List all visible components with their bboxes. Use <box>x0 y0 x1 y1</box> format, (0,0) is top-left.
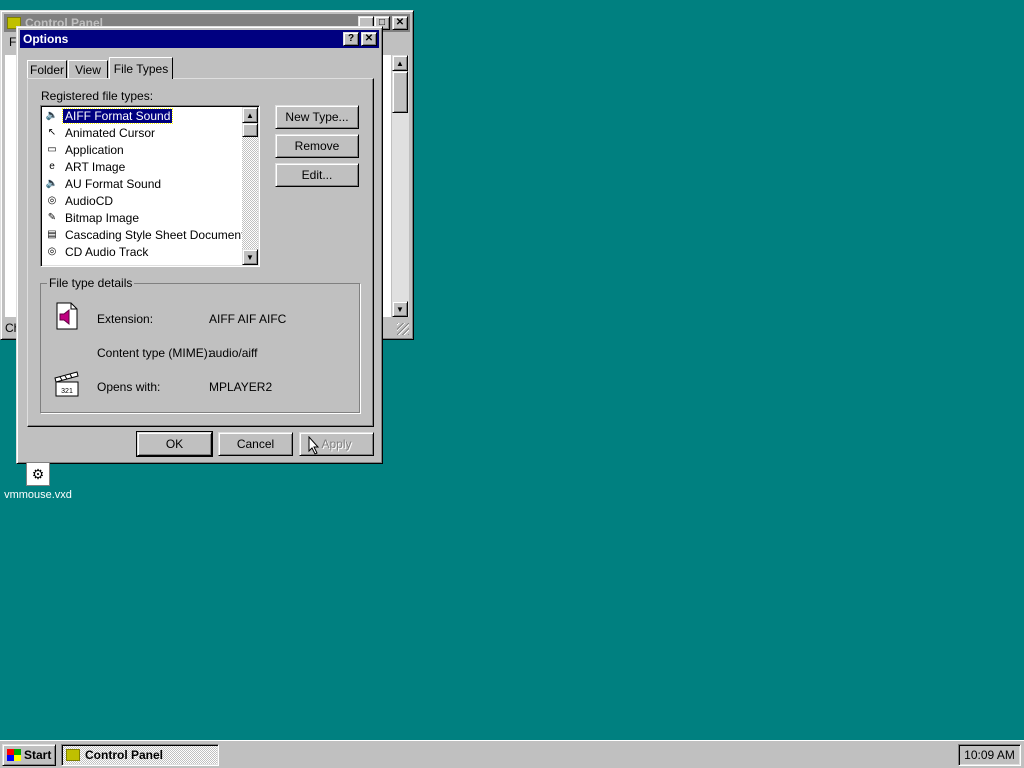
list-item-label: AIFF Format Sound <box>61 107 174 124</box>
vertical-scrollbar[interactable]: ▲ ▼ <box>392 55 409 317</box>
list-item[interactable]: ↖ Animated Cursor <box>45 124 157 141</box>
file-type-details-group: File type details Extension: AIFF AIF AI… <box>40 276 360 413</box>
options-dialog: Options ? ✕ Folder View File Types Regis… <box>16 26 383 464</box>
gear-file-icon: ⚙ <box>26 462 50 486</box>
close-button[interactable]: ✕ <box>361 32 377 46</box>
options-titlebar[interactable]: Options ? ✕ <box>20 30 379 48</box>
list-item[interactable]: ◎ AudioCD <box>45 192 115 209</box>
document-icon: ▤ <box>47 229 57 240</box>
system-clock[interactable]: 10:09 AM <box>958 744 1021 766</box>
list-item[interactable]: e ART Image <box>45 158 127 175</box>
desktop-icon-vmmouse[interactable]: ⚙ vmmouse.vxd <box>4 462 72 502</box>
mime-value: audio/aiff <box>209 346 258 360</box>
cd-icon: ◎ <box>47 246 57 257</box>
start-label: Start <box>24 748 52 762</box>
windows-logo-icon <box>7 749 21 761</box>
list-item-label: CD Audio Track <box>65 244 149 259</box>
resize-grip-icon[interactable] <box>397 323 409 335</box>
desktop-icon-label: vmmouse.vxd <box>4 489 72 501</box>
aiff-file-icon <box>55 302 79 330</box>
clapperboard-icon: 321 <box>53 370 81 398</box>
list-item-label: Animated Cursor <box>65 125 156 140</box>
new-type-button[interactable]: New Type... <box>275 105 359 129</box>
list-item[interactable]: 🔈 AIFF Format Sound <box>45 107 174 124</box>
folder-icon <box>66 749 80 761</box>
details-group-label: File type details <box>47 276 135 290</box>
list-item-label: Application <box>65 142 124 157</box>
paint-icon: ✎ <box>47 212 57 223</box>
task-label: Control Panel <box>85 748 164 762</box>
opens-with-value: MPLAYER2 <box>209 380 273 394</box>
extension-label: Extension: <box>97 312 154 326</box>
list-item[interactable]: ✎ Bitmap Image <box>45 209 141 226</box>
list-item[interactable]: ◎ CD Audio Track <box>45 243 150 260</box>
close-button[interactable]: ✕ <box>392 16 408 30</box>
tab-panel: Registered file types: 🔈 AIFF Format Soun… <box>27 78 374 427</box>
list-scroll-thumb[interactable] <box>242 123 258 137</box>
list-scroll-up[interactable]: ▲ <box>242 107 258 123</box>
cd-icon: ◎ <box>47 195 57 206</box>
registered-label: Registered file types: <box>41 89 154 103</box>
speaker-icon: 🔈 <box>45 178 59 189</box>
cursor-icon: ↖ <box>47 127 57 138</box>
list-item[interactable]: 🔈 AU Format Sound <box>45 175 163 192</box>
ok-button[interactable]: OK <box>136 431 213 457</box>
file-types-list[interactable]: 🔈 AIFF Format Sound ↖ Animated Cursor ▭ Appli… <box>40 105 260 267</box>
list-item-label: AU Format Sound <box>65 176 162 191</box>
extension-value: AIFF AIF AIFC <box>209 312 287 326</box>
list-item-label: AudioCD <box>65 193 114 208</box>
remove-button[interactable]: Remove <box>275 134 359 158</box>
mouse-cursor-icon <box>308 435 320 456</box>
edit-button[interactable]: Edit... <box>275 163 359 187</box>
taskbar-task-control-panel[interactable]: Control Panel <box>61 744 219 766</box>
taskbar: Start Control Panel 10:09 AM <box>0 740 1024 768</box>
help-button[interactable]: ? <box>343 32 359 46</box>
opens-with-label: Opens with: <box>97 380 161 394</box>
list-item-label: Bitmap Image <box>65 210 140 225</box>
scroll-up-arrow[interactable]: ▲ <box>392 55 408 71</box>
start-button[interactable]: Start <box>2 744 56 766</box>
tab-folder[interactable]: Folder <box>27 60 67 78</box>
list-item-label: ART Image <box>65 159 126 174</box>
list-scroll-down[interactable]: ▼ <box>242 249 258 265</box>
tab-strip: Folder View File Types <box>27 57 373 79</box>
list-item[interactable]: ▭ Application <box>45 141 126 158</box>
clock-text: 10:09 AM <box>964 748 1015 762</box>
tab-file-types[interactable]: File Types <box>109 57 173 79</box>
scroll-down-arrow[interactable]: ▼ <box>392 301 408 317</box>
scroll-thumb[interactable] <box>392 71 408 113</box>
tab-view[interactable]: View <box>68 60 108 78</box>
list-scrollbar[interactable]: ▲ ▼ <box>242 107 258 265</box>
list-item-label: Cascading Style Sheet Document <box>65 227 245 242</box>
window-icon: ▭ <box>47 144 57 155</box>
cancel-button[interactable]: Cancel <box>218 432 293 456</box>
ie-icon: e <box>49 161 55 172</box>
mime-label: Content type (MIME): <box>97 346 212 360</box>
list-item[interactable]: ▤ Cascading Style Sheet Document <box>45 226 246 243</box>
speaker-icon: 🔈 <box>45 110 59 121</box>
svg-text:321: 321 <box>61 388 73 395</box>
options-title: Options <box>23 32 69 46</box>
